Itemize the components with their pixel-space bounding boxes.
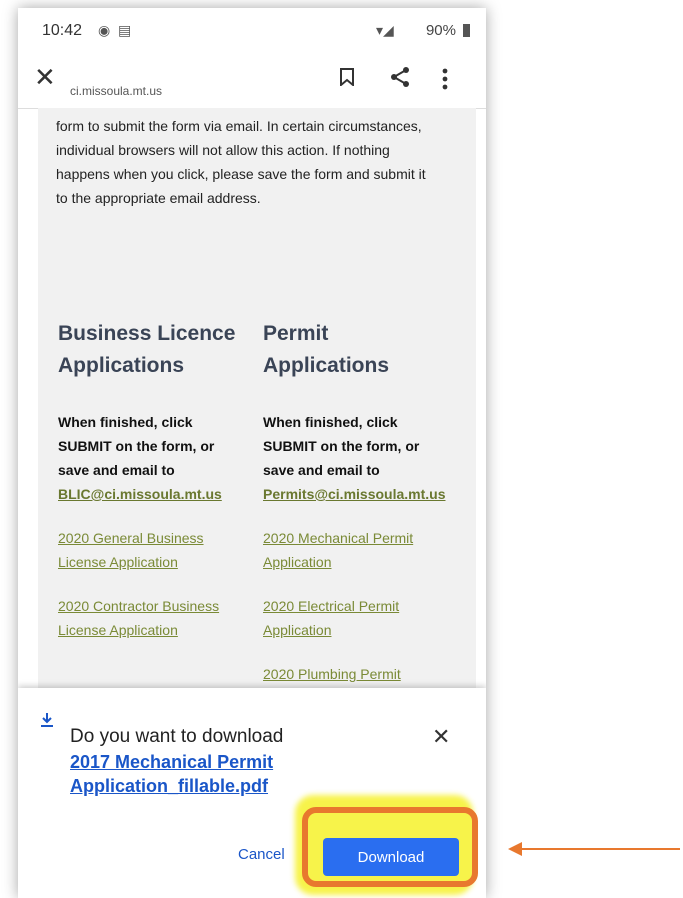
battery-percent: 90% [425, 22, 456, 39]
share-icon[interactable] [390, 66, 410, 88]
download-question: Do you want to download [70, 726, 284, 747]
pointer-arrow-icon [508, 842, 522, 856]
more-menu-icon[interactable] [442, 68, 448, 90]
download-filename[interactable]: 2017 Mechanical Permit Application_filla… [70, 750, 330, 798]
plumbing-permit-link[interactable]: 2020 Plumbing Permit [263, 662, 448, 686]
general-business-license-link[interactable]: 2020 General Business License Applicatio… [58, 526, 243, 574]
close-tab-icon[interactable]: ✕ [34, 62, 56, 93]
intro-text: form to submit the form via email. In ce… [56, 118, 426, 206]
status-time: 10:42 [42, 22, 83, 39]
close-prompt-icon[interactable]: ✕ [432, 724, 450, 750]
permit-heading: Permit Applications [263, 322, 390, 377]
mechanical-permit-link[interactable]: 2020 Mechanical Permit Application [263, 526, 448, 574]
permit-instructions: When finished, click SUBMIT on the form,… [263, 414, 420, 478]
business-heading: Business Licence Applications [58, 322, 236, 377]
cancel-button[interactable]: Cancel [238, 846, 285, 863]
business-email-link[interactable]: BLIC@ci.missoula.mt.us [58, 482, 243, 506]
bookmark-icon[interactable] [340, 68, 354, 86]
notification-icon: ◉ [98, 22, 111, 38]
signal-icon: ▾◢ [376, 22, 394, 38]
contractor-business-license-link[interactable]: 2020 Contractor Business License Applica… [58, 594, 243, 642]
download-arrow-icon [41, 713, 53, 727]
status-bar: 10:42 ◉ ▤ ▾◢ 90% [18, 8, 486, 50]
electrical-permit-link[interactable]: 2020 Electrical Permit Application [263, 594, 448, 642]
browser-toolbar: ✕ ci.missoula.mt.us [18, 50, 486, 109]
message-icon: ▤ [118, 22, 132, 38]
battery-icon [463, 24, 470, 37]
pointer-arrow-line [520, 848, 680, 850]
business-instructions: When finished, click SUBMIT on the form,… [58, 414, 215, 478]
phone-screen: 10:42 ◉ ▤ ▾◢ 90% ✕ ci.missoula.mt.us for… [18, 8, 486, 898]
permit-email-link[interactable]: Permits@ci.missoula.mt.us [263, 482, 448, 506]
business-licence-column: Business Licence Applications When finis… [58, 318, 243, 642]
page-content: form to submit the form via email. In ce… [38, 108, 476, 688]
url-text[interactable]: ci.missoula.mt.us [70, 84, 162, 98]
download-button[interactable]: Download [323, 838, 459, 876]
permit-column: Permit Applications When finished, click… [263, 318, 448, 686]
